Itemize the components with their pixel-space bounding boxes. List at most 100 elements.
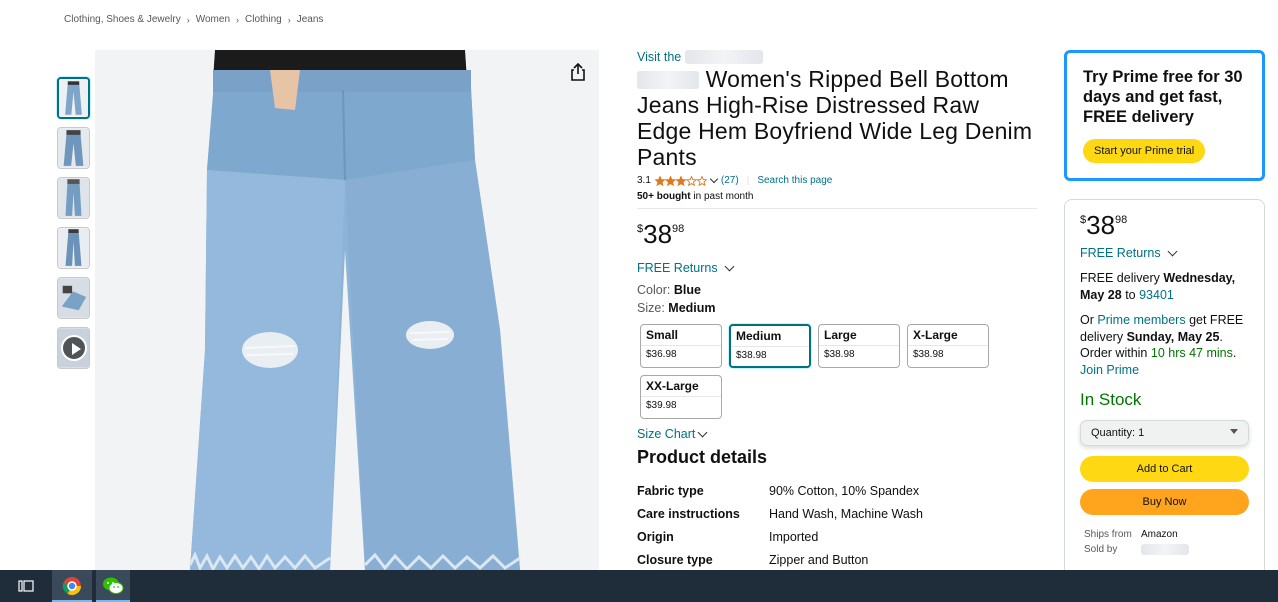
size-row: Size: Medium [637, 301, 1037, 315]
buybox-price: $ 38 98 [1080, 212, 1249, 238]
size-option-small[interactable]: Small $36.98 [640, 324, 722, 368]
play-icon [61, 335, 87, 361]
size-value: Medium [668, 301, 716, 315]
breadcrumb-item-jeans[interactable]: Jeans [297, 14, 324, 25]
size-option-price: $39.98 [646, 400, 677, 411]
separator: | [746, 175, 750, 186]
search-this-page-link[interactable]: Search this page [757, 175, 832, 186]
thumbnail-4[interactable] [57, 227, 90, 269]
color-label: Color: [637, 283, 671, 297]
size-option-medium[interactable]: Medium $38.98 [729, 324, 811, 368]
detail-value: 90% Cotton, 10% Spandex [769, 484, 920, 498]
buybox-free-returns-link[interactable]: FREE Returns [1080, 246, 1249, 260]
prime-members-link[interactable]: Prime members [1097, 313, 1185, 327]
free-returns-label: FREE Returns [637, 261, 718, 275]
star-rating-icon[interactable] [654, 175, 707, 186]
size-option-x-large[interactable]: X-Large $38.98 [907, 324, 989, 368]
detail-key: Fabric type [637, 484, 704, 498]
chevron-right-icon: › [236, 14, 240, 25]
size-option-name: Medium [731, 326, 809, 347]
delivery-to: to [1125, 287, 1136, 302]
color-row: Color: Blue [637, 283, 1037, 297]
chevron-down-icon[interactable] [709, 174, 719, 184]
join-prime-link[interactable]: Join Prime [1080, 363, 1139, 377]
chevron-right-icon: › [287, 14, 291, 25]
detail-key: Origin [637, 530, 674, 544]
size-option-xx-large[interactable]: XX-Large $39.98 [640, 375, 722, 419]
thumbnail-1[interactable] [57, 77, 90, 119]
free-returns-link[interactable]: FREE Returns [637, 261, 1037, 275]
thumbnail-2[interactable] [57, 127, 90, 169]
bought-in-past-month: 50+ bought in past month [637, 191, 1037, 202]
buy-now-button[interactable]: Buy Now [1080, 489, 1249, 515]
detail-key: Care instructions [637, 507, 740, 521]
ships-from-label: Ships from [1084, 529, 1132, 540]
size-option-large[interactable]: Large $38.98 [818, 324, 900, 368]
price-whole: 38 [1086, 210, 1116, 240]
quantity-value: 1 [1138, 427, 1145, 439]
size-option-price: $38.98 [736, 350, 767, 361]
product-details-table: Fabric type 90% Cotton, 10% Spandex Care… [637, 484, 1037, 576]
start-prime-trial-button[interactable]: Start your Prime trial [1083, 139, 1206, 163]
product-info: Visit the Women's Ripped Bell Bottom Jea… [637, 50, 1037, 594]
rating-row: 3.1 (27) | Search this page [637, 174, 1037, 186]
chevron-right-icon: › [186, 14, 190, 25]
chevron-down-icon [697, 427, 708, 438]
breadcrumb-item-clothing-sub[interactable]: Clothing [245, 14, 282, 25]
detail-row: Origin Imported [637, 530, 1037, 553]
size-chart-label: Size Chart [637, 427, 696, 441]
detail-value: Imported [769, 530, 819, 544]
sold-by-label: Sold by [1084, 544, 1118, 555]
thumbnail-5[interactable] [57, 277, 90, 319]
product-title: Women's Ripped Bell Bottom Jeans High-Ri… [637, 66, 1037, 170]
zip-code-link[interactable]: 93401 [1139, 288, 1174, 302]
size-chart-link[interactable]: Size Chart [637, 427, 1037, 441]
wechat-icon[interactable] [96, 570, 130, 602]
review-count-link[interactable]: (27) [721, 175, 739, 186]
ships-sold-info: Ships from Amazon Sold by [1080, 529, 1249, 555]
size-option-name: Small [641, 325, 721, 346]
countdown: 10 hrs 47 mins [1150, 346, 1233, 360]
buy-box: $ 38 98 FREE Returns FREE delivery Wedne… [1064, 199, 1265, 579]
delivery-info: FREE delivery Wednesday, May 28 to 93401 [1080, 270, 1249, 303]
quantity-dropdown[interactable]: Quantity: 1 [1080, 420, 1249, 446]
size-option-price: $36.98 [646, 349, 677, 360]
add-to-cart-button[interactable]: Add to Cart [1080, 456, 1249, 482]
size-label: Size: [637, 301, 665, 315]
quantity-label: Quantity: [1091, 427, 1136, 439]
product-details-heading: Product details [637, 447, 768, 467]
ships-from-value: Amazon [1141, 529, 1178, 540]
prime-trial-promo: Try Prime free for 30 days and get fast,… [1064, 50, 1265, 181]
detail-row: Care instructions Hand Wash, Machine Was… [637, 507, 1037, 530]
size-option-name: XX-Large [641, 376, 721, 397]
main-product-image[interactable] [95, 50, 599, 570]
in-stock-status: In Stock [1080, 390, 1142, 409]
free-returns-label: FREE Returns [1080, 246, 1161, 260]
thumbnail-3[interactable] [57, 177, 90, 219]
size-option-name: Large [819, 325, 899, 346]
chrome-icon[interactable] [52, 570, 92, 602]
video-thumbnail[interactable] [57, 327, 90, 369]
size-option-price: $38.98 [824, 349, 855, 360]
os-taskbar [0, 570, 1278, 602]
color-value: Blue [673, 283, 701, 297]
visit-store-link[interactable]: Visit the [637, 50, 1037, 64]
detail-value: Hand Wash, Machine Wash [769, 507, 923, 521]
dropdown-arrow-icon [1230, 429, 1238, 434]
prime-promo-text: Try Prime free for 30 days and get fast,… [1083, 68, 1243, 126]
task-view-icon[interactable] [0, 570, 52, 602]
detail-row: Fabric type 90% Cotton, 10% Spandex [637, 484, 1037, 507]
redacted-brand [637, 71, 699, 89]
chevron-down-icon [1167, 246, 1178, 257]
free-delivery-text: FREE delivery [1080, 271, 1160, 285]
visit-store-text: Visit the [637, 50, 682, 64]
price-fraction: 98 [1115, 214, 1128, 226]
or-text: Or [1080, 313, 1094, 327]
share-icon[interactable] [568, 62, 588, 82]
breadcrumb-item-clothing[interactable]: Clothing, Shoes & Jewelry [64, 14, 181, 25]
redacted-seller [1141, 544, 1189, 555]
bought-period: in past month [693, 191, 754, 202]
redacted-brand [685, 50, 764, 64]
breadcrumb-item-women[interactable]: Women [196, 14, 230, 25]
size-option-name: X-Large [908, 325, 988, 346]
